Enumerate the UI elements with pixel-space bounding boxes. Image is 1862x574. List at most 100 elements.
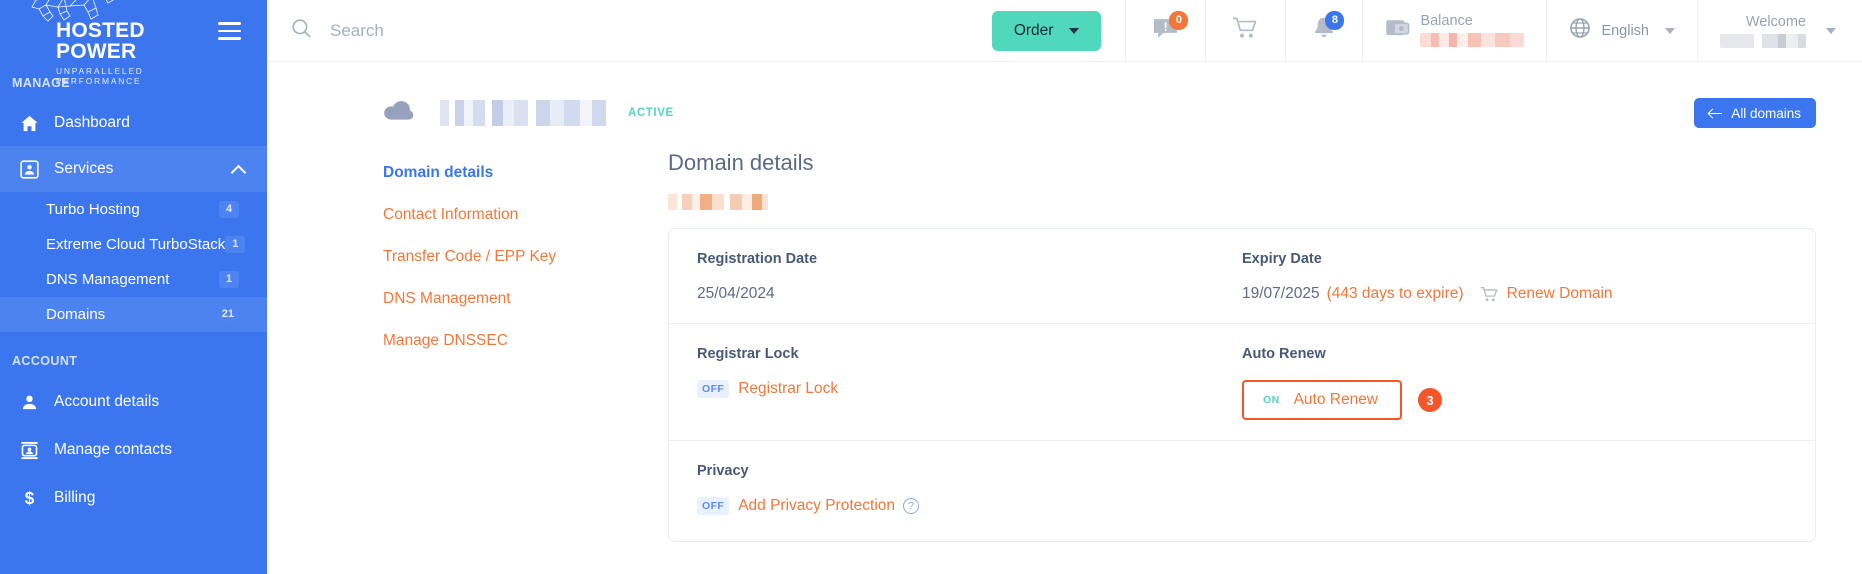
search-input[interactable] [330, 20, 730, 41]
balance-label: Balance [1420, 13, 1473, 30]
side-menu-item-transfer-code-epp-key[interactable]: Transfer Code / EPP Key [383, 248, 668, 266]
sidebar-item-manage-contacts[interactable]: Manage contacts [0, 426, 267, 474]
cloud-icon [383, 100, 414, 127]
sidebar-badge: 21 [216, 306, 239, 323]
chevron-up-icon[interactable] [232, 163, 245, 176]
days-to-expire-note: (443 days to expire) [1326, 285, 1464, 302]
username-redacted [1720, 33, 1806, 48]
registrar-lock-block: Registrar Lock OFF Registrar Lock [697, 346, 1242, 420]
welcome-label: Welcome [1745, 13, 1806, 30]
order-area: Order [982, 0, 1126, 61]
globe-icon [1569, 17, 1591, 44]
side-menu-item-contact-information[interactable]: Contact Information [383, 206, 668, 224]
sidebar-item-label: Services [54, 160, 114, 177]
balance-button[interactable]: Balance [1362, 0, 1546, 61]
sidebar-item-billing[interactable]: $ Billing [0, 474, 267, 522]
registrar-lock-link[interactable]: Registrar Lock [738, 380, 838, 398]
sidebar-item-label: Billing [54, 489, 96, 506]
panel-title: Domain details [668, 150, 814, 175]
auto-renew-link[interactable]: Auto Renew [1294, 391, 1378, 409]
registrar-lock-state-chip: OFF [697, 380, 730, 398]
locks-row: Registrar Lock OFF Registrar Lock Auto R… [669, 324, 1815, 441]
arrow-left-icon [1709, 109, 1723, 118]
contact-card-icon [20, 441, 54, 460]
user-info: Welcome [1720, 14, 1806, 48]
sidebar-subitem-turbo-hosting[interactable]: Turbo Hosting 4 [0, 192, 267, 227]
privacy-block: Privacy OFF Add Privacy Protection ? [697, 463, 1242, 515]
status-badge: ACTIVE [628, 107, 674, 119]
sidebar-subitem-dns-management[interactable]: DNS Management 1 [0, 262, 267, 297]
domain-side-menu: Domain details Contact Information Trans… [383, 150, 668, 542]
services-icon [20, 159, 54, 179]
domain-details-card: Registration Date 25/04/2024 Expiry Date… [668, 228, 1816, 542]
messages-button[interactable]: 0 [1125, 0, 1205, 61]
main-area: Order 0 [267, 0, 1862, 574]
privacy-row: Privacy OFF Add Privacy Protection ? [669, 441, 1815, 541]
sidebar-item-label: Manage contacts [54, 441, 173, 458]
all-domains-button[interactable]: All domains [1694, 98, 1816, 128]
brand-name: HOSTED POWER [56, 19, 145, 63]
chevron-down-icon [1069, 27, 1080, 34]
content-columns: Domain details Contact Information Trans… [267, 128, 1862, 542]
language-label: English [1601, 22, 1649, 39]
cart-icon [1232, 16, 1259, 45]
sidebar-subitem-extreme-cloud-turbostack[interactable]: Extreme Cloud TurboStack 1 [0, 227, 267, 262]
search-area[interactable] [267, 0, 982, 61]
side-menu-item-dns-management[interactable]: DNS Management [383, 290, 668, 308]
sidebar-item-services[interactable]: Services [0, 146, 267, 192]
sidebar-section-account: ACCOUNT [12, 354, 78, 368]
auto-renew-label: Auto Renew [1242, 346, 1326, 362]
balance-info: Balance [1420, 13, 1525, 47]
app-root: HOSTED POWER UNPARALLELED PERFORMANCE MA… [0, 0, 1862, 574]
auto-renew-highlight-box[interactable]: ON Auto Renew [1242, 380, 1403, 420]
chevron-down-icon [1665, 27, 1675, 34]
messages-count-badge: 0 [1169, 11, 1189, 30]
privacy-state-chip: OFF [697, 497, 730, 515]
sidebar-item-label: Dashboard [54, 114, 130, 131]
cart-button[interactable] [1205, 0, 1285, 61]
renew-domain-link[interactable]: Renew Domain [1507, 285, 1613, 303]
search-icon [291, 18, 312, 44]
sidebar-badge: 4 [219, 201, 239, 218]
language-selector[interactable]: English [1546, 0, 1697, 61]
all-domains-label: All domains [1731, 105, 1801, 121]
sidebar-item-label: Account details [54, 393, 160, 410]
content-area: ACTIVE All domains Domain details Contac… [267, 62, 1862, 574]
privacy-label: Privacy [697, 463, 749, 479]
help-icon[interactable]: ? [903, 498, 919, 514]
sidebar-header: HOSTED POWER UNPARALLELED PERFORMANCE [0, 0, 267, 86]
sidebar-item-account-details[interactable]: Account details [0, 378, 267, 426]
order-button[interactable]: Order [991, 10, 1102, 51]
domain-name-redacted [440, 100, 606, 126]
notifications-count-badge: 8 [1325, 11, 1345, 30]
wallet-icon [1385, 17, 1410, 44]
sidebar-subitem-domains[interactable]: Domains 21 [0, 297, 267, 332]
hamburger-menu-icon[interactable] [214, 18, 245, 44]
privacy-spacer [1242, 463, 1787, 515]
notifications-button[interactable]: 8 [1285, 0, 1362, 61]
privacy-value-row: OFF Add Privacy Protection ? [697, 497, 1242, 515]
order-button-label: Order [1013, 21, 1054, 39]
step-marker-3: 3 [1418, 388, 1443, 412]
sidebar-item-dashboard[interactable]: Dashboard [0, 100, 267, 146]
user-menu[interactable]: Welcome [1697, 0, 1862, 61]
side-menu-item-manage-dnssec[interactable]: Manage DNSSEC [383, 332, 668, 350]
registrar-lock-label: Registrar Lock [697, 346, 799, 362]
sidebar-badge: 1 [219, 271, 239, 288]
auto-renew-block: Auto Renew ON Auto Renew 3 [1242, 346, 1787, 420]
sidebar-subitem-label: DNS Management [46, 271, 170, 288]
expiry-date-value-row: 19/07/2025 (443 days to expire) Renew Do… [1242, 285, 1787, 303]
add-privacy-protection-link[interactable]: Add Privacy Protection [738, 497, 895, 515]
side-menu-item-domain-details[interactable]: Domain details [383, 164, 668, 182]
registrar-lock-value-row: OFF Registrar Lock [697, 380, 1242, 398]
user-icon [20, 393, 54, 412]
svg-text:$: $ [25, 489, 35, 508]
chevron-down-icon [1826, 27, 1836, 34]
auto-renew-value-row: ON Auto Renew 3 [1242, 380, 1787, 420]
top-navigation-bar: Order 0 [267, 0, 1862, 62]
page-header: ACTIVE All domains [267, 62, 1862, 128]
sidebar-subitem-label: Domains [46, 306, 106, 323]
sidebar-subitem-label: Extreme Cloud TurboStack [46, 236, 226, 253]
dates-row: Registration Date 25/04/2024 Expiry Date… [669, 229, 1815, 324]
renew-cart-icon [1480, 286, 1499, 303]
